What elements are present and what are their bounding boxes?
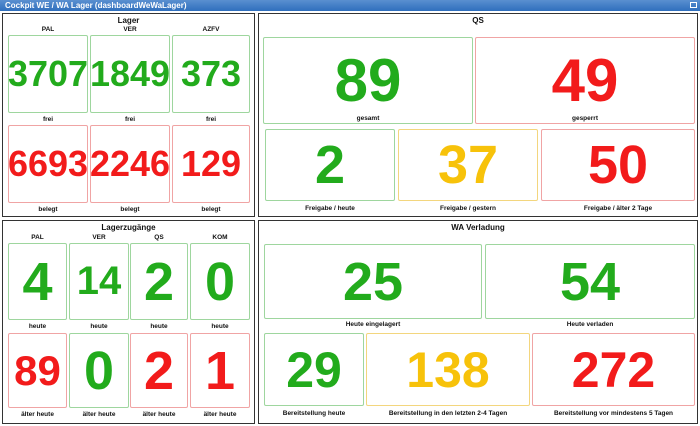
value: 373 bbox=[180, 53, 242, 94]
panel-title: QS bbox=[472, 16, 484, 25]
wa-bereit-5-label: Bereitstellung vor mindestens 5 Tagen bbox=[553, 410, 674, 417]
value: 2 bbox=[143, 251, 175, 312]
value: 14 bbox=[76, 259, 122, 303]
panel-title: WA Verladung bbox=[451, 223, 505, 232]
lager-frei-azfv-label: frei bbox=[205, 116, 217, 123]
zugang-aelter-kom-tile[interactable]: 1 bbox=[190, 333, 250, 408]
value: 1849 bbox=[89, 53, 171, 94]
zugang-aelter-pal-label: älter heute bbox=[21, 411, 54, 418]
qs-gesperrt-tile[interactable]: 49 bbox=[475, 37, 695, 124]
value: 272 bbox=[571, 341, 656, 398]
panel-lager: Lager PAL VER AZFV 3707 1849 373 frei fr… bbox=[2, 13, 255, 217]
value: 29 bbox=[286, 341, 342, 398]
value: 1 bbox=[204, 340, 236, 401]
value: 54 bbox=[559, 251, 621, 312]
value: 2246 bbox=[89, 143, 171, 184]
lager-belegt-azfv-label: belegt bbox=[201, 206, 221, 213]
qs-freigabe-heute-label: Freigabe / heute bbox=[305, 205, 355, 212]
value: 3707 bbox=[7, 53, 89, 94]
panel-title: Lagerzugänge bbox=[101, 223, 156, 232]
wa-eingelagert-tile[interactable]: 25 bbox=[264, 244, 482, 319]
wa-bereit-2-4-tile[interactable]: 138 bbox=[366, 333, 530, 406]
qs-gesamt-label: gesamt bbox=[356, 115, 380, 122]
zugang-heute-kom-tile[interactable]: 0 bbox=[190, 243, 250, 320]
zugang-aelter-ver-tile[interactable]: 0 bbox=[69, 333, 129, 408]
zugang-aelter-pal-tile[interactable]: 89 bbox=[8, 333, 67, 408]
value: 6693 bbox=[7, 143, 89, 184]
column-label-ver: VER bbox=[123, 26, 137, 33]
lager-belegt-ver-label: belegt bbox=[120, 206, 140, 213]
zugang-heute-pal-tile[interactable]: 4 bbox=[8, 243, 67, 320]
qs-gesamt-tile[interactable]: 89 bbox=[263, 37, 473, 124]
zugang-aelter-kom-label: älter heute bbox=[203, 411, 237, 418]
value: 2 bbox=[314, 135, 346, 195]
lager-frei-azfv-tile[interactable]: 373 bbox=[172, 35, 250, 113]
column-label-azfv: AZFV bbox=[202, 26, 220, 33]
column-label-kom: KOM bbox=[212, 234, 228, 241]
column-label-ver: VER bbox=[92, 234, 106, 241]
qs-freigabe-heute-tile[interactable]: 2 bbox=[265, 129, 395, 201]
panel-wa-verladung: WA Verladung 25 54 Heute eingelagert Heu… bbox=[258, 220, 698, 424]
value: 138 bbox=[406, 341, 490, 398]
value: 2 bbox=[143, 340, 175, 401]
lager-frei-pal-tile[interactable]: 3707 bbox=[8, 35, 88, 113]
value: 50 bbox=[587, 135, 649, 195]
qs-freigabe-gestern-tile[interactable]: 37 bbox=[398, 129, 538, 201]
lager-belegt-azfv-tile[interactable]: 129 bbox=[172, 125, 250, 203]
lager-belegt-ver-tile[interactable]: 2246 bbox=[90, 125, 170, 203]
value: 49 bbox=[551, 47, 619, 114]
value: 0 bbox=[204, 251, 236, 312]
zugang-heute-qs-tile[interactable]: 2 bbox=[130, 243, 188, 320]
zugang-heute-ver-label: heute bbox=[90, 323, 108, 330]
qs-freigabe-aelter-label: Freigabe / älter 2 Tage bbox=[583, 205, 653, 212]
value: 37 bbox=[437, 135, 499, 195]
column-label-pal: PAL bbox=[31, 234, 44, 241]
lager-belegt-pal-label: belegt bbox=[38, 206, 58, 213]
zugang-heute-pal-label: heute bbox=[28, 323, 47, 330]
window-title: Cockpit WE / WA Lager (dashboardWeWaLage… bbox=[5, 1, 187, 10]
panel-lagerzugaenge: Lagerzugänge PAL VER QS KOM 4 14 2 0 heu… bbox=[2, 220, 255, 424]
wa-bereit-heute-tile[interactable]: 29 bbox=[264, 333, 364, 406]
wa-bereit-heute-label: Bereitstellung heute bbox=[282, 410, 346, 417]
value: 25 bbox=[342, 251, 404, 312]
lager-frei-ver-tile[interactable]: 1849 bbox=[90, 35, 170, 113]
column-label-pal: PAL bbox=[41, 26, 55, 33]
value: 4 bbox=[22, 251, 53, 312]
panel-title: Lager bbox=[117, 16, 140, 25]
qs-freigabe-gestern-label: Freigabe / gestern bbox=[440, 205, 496, 212]
value: 89 bbox=[334, 47, 402, 114]
wa-verladen-label: Heute verladen bbox=[566, 321, 614, 328]
qs-freigabe-aelter-tile[interactable]: 50 bbox=[541, 129, 695, 201]
qs-gesperrt-label: gesperrt bbox=[571, 115, 598, 122]
zugang-aelter-ver-label: älter heute bbox=[82, 411, 116, 418]
zugang-heute-qs-label: heute bbox=[150, 323, 168, 330]
value: 0 bbox=[83, 340, 115, 401]
panel-qs: QS 89 49 gesamt gesperrt 2 37 50 Freigab… bbox=[258, 13, 698, 217]
lager-frei-pal-label: frei bbox=[42, 116, 54, 123]
column-label-qs: QS bbox=[154, 234, 164, 241]
wa-bereit-2-4-label: Bereitstellung in den letzten 2-4 Tagen bbox=[388, 410, 508, 417]
zugang-aelter-qs-tile[interactable]: 2 bbox=[130, 333, 188, 408]
zugang-aelter-qs-label: älter heute bbox=[142, 411, 176, 418]
window-titlebar: Cockpit WE / WA Lager (dashboardWeWaLage… bbox=[0, 0, 700, 11]
wa-eingelagert-label: Heute eingelagert bbox=[345, 321, 401, 328]
lager-belegt-pal-tile[interactable]: 6693 bbox=[8, 125, 88, 203]
wa-bereit-5-tile[interactable]: 272 bbox=[532, 333, 695, 406]
value: 89 bbox=[14, 346, 61, 394]
maximize-icon[interactable] bbox=[690, 2, 697, 8]
lager-frei-ver-label: frei bbox=[124, 116, 136, 123]
zugang-heute-ver-tile[interactable]: 14 bbox=[69, 243, 129, 320]
zugang-heute-kom-label: heute bbox=[211, 323, 229, 330]
wa-verladen-tile[interactable]: 54 bbox=[485, 244, 695, 319]
value: 129 bbox=[180, 143, 242, 184]
